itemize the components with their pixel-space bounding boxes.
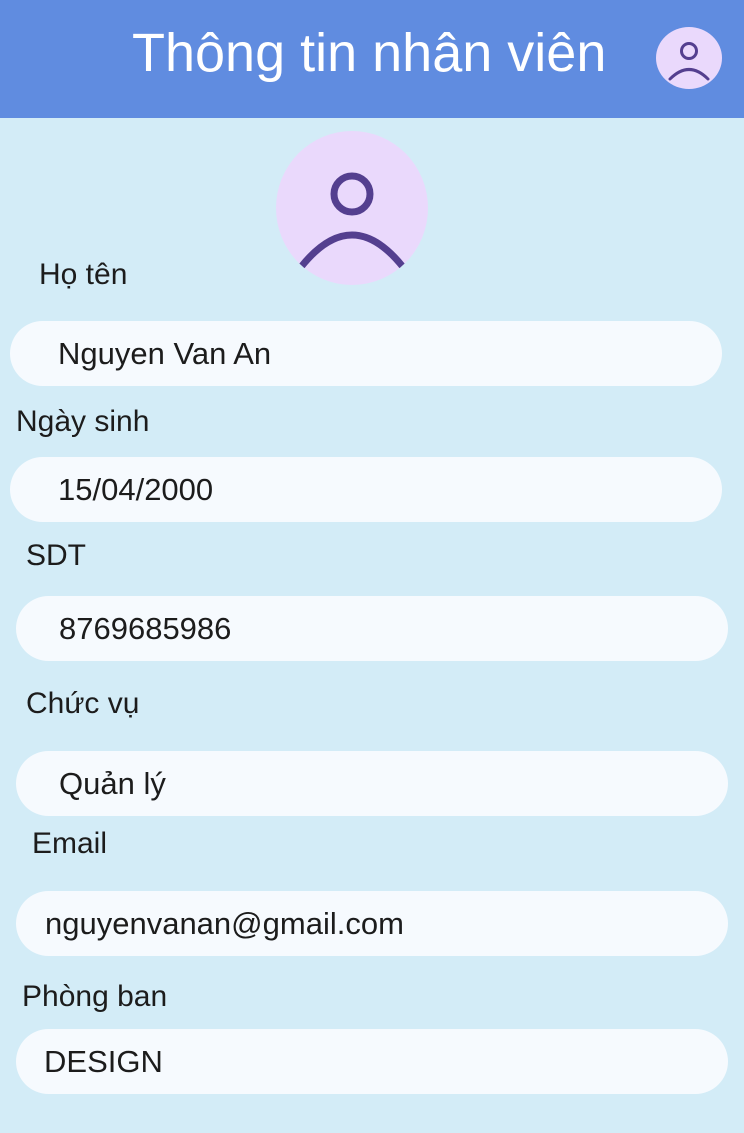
name-label: Họ tên: [39, 258, 128, 291]
phone-value: 8769685986: [59, 611, 232, 646]
dob-value: 15/04/2000: [58, 472, 214, 507]
header-user-avatar-icon[interactable]: [656, 27, 722, 89]
department-label: Phòng ban: [22, 980, 168, 1013]
dob-label: Ngày sinh: [16, 405, 150, 438]
position-label: Chức vụ: [26, 687, 140, 720]
profile-avatar-icon[interactable]: [276, 131, 428, 285]
app-header: Thông tin nhân viên: [0, 0, 744, 118]
phone-label: SDT: [26, 539, 86, 572]
name-field[interactable]: Nguyen Van An: [10, 321, 722, 386]
position-value: Quản lý: [59, 766, 166, 801]
email-field[interactable]: nguyenvanan@gmail.com: [16, 891, 728, 956]
name-value: Nguyen Van An: [58, 336, 272, 371]
page-title: Thông tin nhân viên: [132, 23, 607, 83]
dob-field[interactable]: 15/04/2000: [10, 457, 722, 522]
phone-field[interactable]: 8769685986: [16, 596, 728, 661]
position-field[interactable]: Quản lý: [16, 751, 728, 816]
department-value: DESIGN: [44, 1044, 163, 1079]
department-field[interactable]: DESIGN: [16, 1029, 728, 1094]
email-value: nguyenvanan@gmail.com: [45, 906, 404, 941]
email-label: Email: [32, 827, 108, 860]
